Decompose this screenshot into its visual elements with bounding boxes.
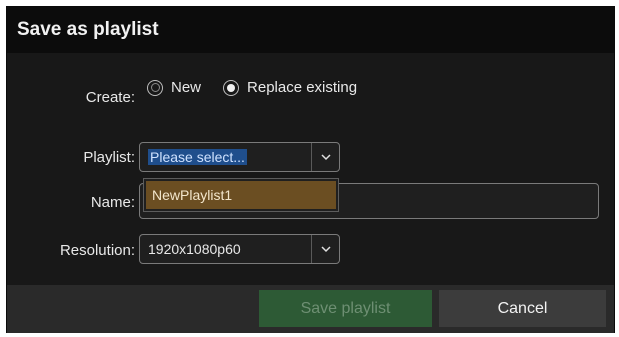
radio-checked-icon [223, 79, 240, 96]
resolution-select-value: 1920x1080p60 [148, 241, 241, 257]
playlist-label: Playlist: [83, 149, 135, 166]
dropdown-option-newplaylist1[interactable]: NewPlaylist1 [146, 181, 336, 209]
radio-replace-existing-label: Replace existing [247, 79, 358, 96]
resolution-select[interactable]: 1920x1080p60 [139, 234, 340, 264]
radio-replace-existing[interactable]: Replace existing [223, 79, 357, 96]
dialog-title: Save as playlist [7, 7, 614, 53]
playlist-select-value: Please select... [140, 149, 311, 165]
radio-new-label: New [171, 79, 202, 96]
playlist-select[interactable]: Please select... [139, 142, 340, 172]
chevron-down-icon [320, 245, 331, 252]
create-radio-group: New Replace existing [147, 79, 379, 96]
radio-new[interactable]: New [147, 79, 201, 96]
cancel-button[interactable]: Cancel [439, 290, 606, 327]
playlist-dropdown-toggle[interactable] [311, 143, 339, 171]
chevron-down-icon [320, 153, 331, 160]
save-playlist-dialog: Save as playlist Create: New Replace exi… [6, 6, 615, 333]
create-label: Create: [85, 89, 135, 106]
playlist-placeholder: Please select... [148, 149, 247, 165]
save-playlist-button[interactable]: Save playlist [259, 290, 432, 327]
playlist-dropdown-list: NewPlaylist1 [143, 178, 339, 212]
name-label: Name: [90, 194, 135, 211]
resolution-dropdown-toggle[interactable] [311, 235, 339, 263]
resolution-label: Resolution: [59, 242, 135, 259]
radio-unchecked-icon [147, 79, 163, 96]
